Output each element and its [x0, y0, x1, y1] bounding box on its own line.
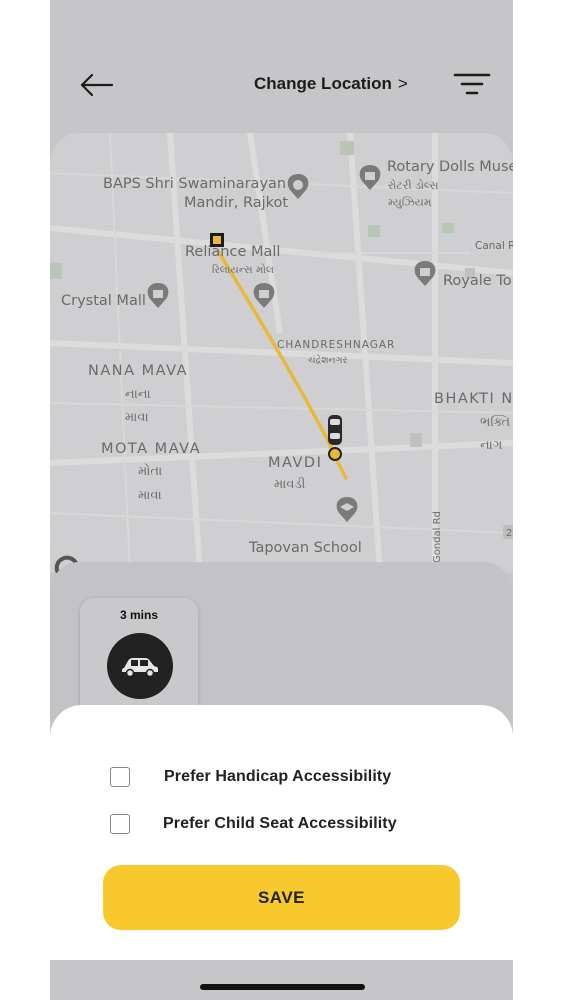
top-bar: Change Location >: [50, 60, 513, 110]
map-label-rotary: Rotary Dolls Muse: [387, 159, 513, 175]
map-label-reliance-gu: રિલાયન્સ મોલ: [212, 263, 274, 276]
map-label-chandreshnagar-gu: ચંદ્રેશનગર: [308, 353, 348, 366]
map-label-nana-gu: નાના: [125, 387, 151, 402]
route-map[interactable]: BAPS Shri Swaminarayan Mandir, Rajkot Ro…: [50, 133, 513, 573]
filter-icon: [453, 73, 491, 95]
map-label-mandir: Mandir, Rajkot: [184, 195, 288, 211]
map-label-reliance: Reliance Mall: [185, 244, 280, 260]
map-label-museum-gu: મ્યુઝિયમ: [388, 196, 432, 209]
map-label-baps: BAPS Shri Swaminarayan: [103, 176, 286, 192]
map-label-nag-gu: નાગ: [480, 438, 502, 453]
map-label-mavdi-gu: માવડી: [274, 476, 306, 492]
handicap-checkbox[interactable]: [110, 767, 130, 787]
change-location-label: Change Location: [254, 74, 392, 93]
eta-label: 3 mins: [119, 608, 158, 622]
handicap-option-row[interactable]: Prefer Handicap Accessibility: [110, 765, 470, 789]
child-seat-option-row[interactable]: Prefer Child Seat Accessibility: [110, 812, 470, 836]
map-label-mota-mava-gu: માવા: [138, 488, 162, 503]
handicap-option-label: Prefer Handicap Accessibility: [164, 768, 392, 785]
child-seat-option-label: Prefer Child Seat Accessibility: [163, 815, 397, 832]
change-location-link[interactable]: Change Location >: [254, 74, 408, 94]
bottom-bar: [50, 960, 513, 1000]
map-label-tapovan: Tapovan School: [248, 540, 362, 556]
arrow-left-icon: [80, 73, 114, 97]
app-screen: Change Location > BAPS Shri Swaminarayan…: [50, 0, 513, 1000]
map-label-mava-gu: માવા: [125, 410, 149, 425]
car-type-button[interactable]: [107, 633, 173, 699]
map-label-bhakti-gu: ભક્તિ: [480, 414, 511, 430]
map-label-mota-mava: MOTA MAVA: [101, 441, 201, 457]
map-label-crystal: Crystal Mall: [61, 293, 146, 309]
save-button-label: SAVE: [257, 887, 306, 907]
map-label-mota-gu: મોતા: [138, 463, 162, 479]
map-label-rotary-gu: રોટરી ડોલ્સ: [388, 179, 439, 192]
map-label-royale: Royale To: [443, 273, 512, 289]
save-button[interactable]: SAVE: [103, 865, 460, 930]
ride-options-panel: 3 mins: [50, 562, 513, 728]
map-label-nana-mava: NANA MAVA: [88, 363, 188, 379]
child-seat-checkbox[interactable]: [110, 814, 130, 834]
map-label-chandreshnagar: CHANDRESHNAGAR: [277, 339, 395, 351]
chevron-right-icon: >: [397, 74, 408, 93]
map-label-bhakti: BHAKTI N: [434, 391, 513, 407]
home-indicator[interactable]: [200, 984, 365, 990]
back-button[interactable]: [78, 70, 118, 100]
car-icon: [122, 658, 158, 678]
map-label-route-badge: 2: [506, 528, 512, 539]
accessibility-preferences-sheet: Prefer Handicap Accessibility Prefer Chi…: [50, 705, 513, 960]
map-label-canal: Canal R: [475, 240, 513, 252]
map-label-mavdi: MAVDI: [268, 455, 322, 471]
map-canvas: BAPS Shri Swaminarayan Mandir, Rajkot Ro…: [50, 133, 513, 573]
filter-button[interactable]: [452, 70, 492, 100]
map-label-gondal-rd: Gondal Rd: [432, 511, 443, 563]
car-marker-icon[interactable]: [328, 415, 342, 461]
